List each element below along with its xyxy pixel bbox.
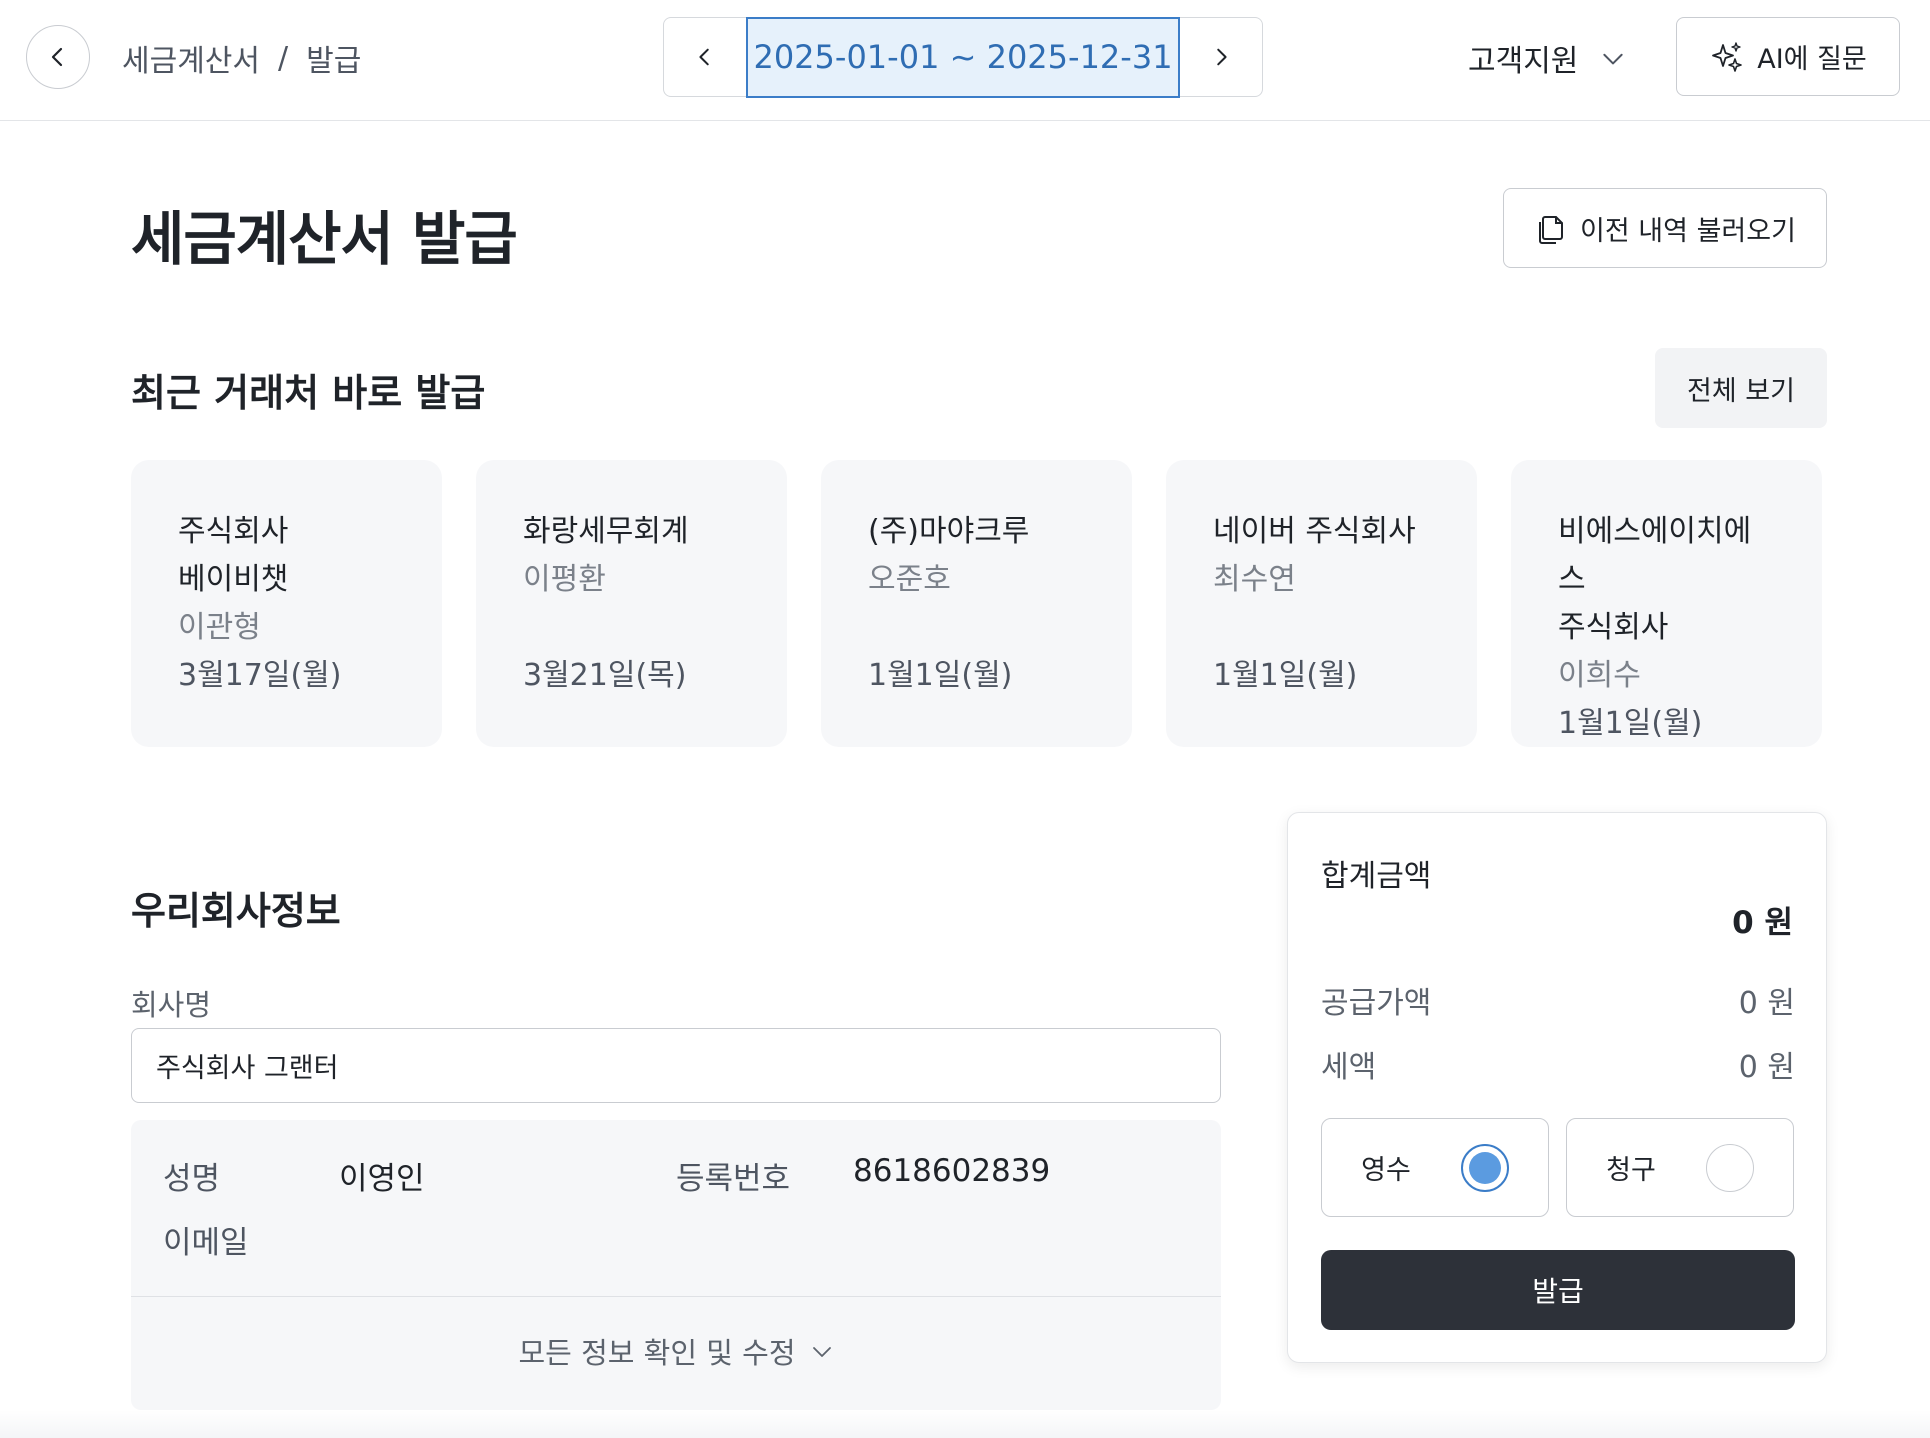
- support-label: 고객지원: [1468, 44, 1579, 79]
- receipt-radio[interactable]: [1460, 1143, 1509, 1192]
- page-title: 세금계산서 발급: [131, 205, 518, 273]
- chevron-right-icon: [1217, 48, 1227, 66]
- breadcrumb-item-issue: 발급: [306, 44, 362, 79]
- top-header: 세금계산서 / 발급 2025-01-01 ~ 2025-12-31 고객지원 …: [0, 0, 1930, 121]
- company-name-input[interactable]: [131, 1028, 1221, 1103]
- expand-all-info-button[interactable]: 모든 정보 확인 및 수정: [131, 1330, 1221, 1372]
- breadcrumb-item-tax-invoice[interactable]: 세금계산서: [122, 36, 260, 80]
- chevron-down-icon: [1603, 53, 1624, 65]
- divider: [131, 1296, 1221, 1297]
- prev-period-button[interactable]: [664, 18, 746, 96]
- partner-contact-name: 이관형: [178, 610, 261, 645]
- ai-ask-button[interactable]: AI에 질문: [1676, 17, 1900, 96]
- back-button[interactable]: [26, 25, 90, 89]
- support-dropdown[interactable]: 고객지원: [1468, 36, 1626, 80]
- chevron-left-icon: [51, 47, 63, 67]
- email-label: 이메일: [163, 1225, 249, 1261]
- partner-last-date: 1월1일(월): [868, 658, 1013, 693]
- card-spacer: [868, 604, 1088, 652]
- partner-company-name: (주)마야크루: [868, 514, 1030, 549]
- partner-company-name: 화랑세무회계: [523, 514, 689, 549]
- partner-card[interactable]: 네이버 주식회사 최수연 1월1일(월): [1166, 460, 1477, 747]
- view-all-button[interactable]: 전체 보기: [1655, 348, 1827, 428]
- copy-icon: [1539, 216, 1564, 244]
- receipt-label: 영수: [1361, 1155, 1411, 1186]
- bottom-fade: [0, 1410, 1930, 1438]
- claim-radio[interactable]: [1705, 1143, 1754, 1192]
- breadcrumb-separator: /: [278, 40, 289, 76]
- claim-label: 청구: [1606, 1155, 1656, 1186]
- partner-last-date: 3월17일(월): [178, 658, 342, 693]
- date-navigator: 2025-01-01 ~ 2025-12-31: [663, 16, 1263, 98]
- supply-amount-row: 공급가액 0 원: [1321, 978, 1795, 1022]
- partner-contact-name: 이희수: [1558, 658, 1641, 693]
- representative-value: 이영인: [339, 1161, 425, 1197]
- partner-card[interactable]: 화랑세무회계 이평환 3월21일(목): [476, 460, 787, 747]
- card-spacer: [523, 604, 743, 652]
- claim-option[interactable]: 청구: [1566, 1118, 1794, 1217]
- supply-amount-value: 0 원: [1738, 986, 1795, 1021]
- tax-amount-label: 세액: [1321, 1050, 1377, 1085]
- partner-card[interactable]: 주식회사 베이비챗 이관형 3월17일(월): [131, 460, 442, 747]
- partner-contact-name: 이평환: [523, 562, 606, 597]
- expand-all-info-label: 모든 정보 확인 및 수정: [518, 1336, 796, 1370]
- card-spacer: [1213, 604, 1433, 652]
- date-range-selector[interactable]: 2025-01-01 ~ 2025-12-31: [746, 16, 1180, 98]
- breadcrumb: 세금계산서 / 발급: [122, 36, 361, 80]
- tax-amount-value: 0 원: [1738, 1050, 1795, 1085]
- radio-dot: [1468, 1151, 1501, 1184]
- total-amount-label: 합계금액: [1321, 859, 1432, 894]
- load-history-label: 이전 내역 불러오기: [1580, 215, 1796, 247]
- registration-number-value: 8618602839: [853, 1153, 1051, 1189]
- registration-number-label: 등록번호: [676, 1161, 791, 1197]
- supply-amount-label: 공급가액: [1321, 986, 1432, 1021]
- partner-card[interactable]: 비에스에이치에스 주식회사 이희수 1월1일(월): [1511, 460, 1822, 747]
- partner-contact-name: 최수연: [1213, 562, 1296, 597]
- receipt-option[interactable]: 영수: [1321, 1118, 1549, 1217]
- ai-ask-label: AI에 질문: [1757, 44, 1867, 75]
- partner-company-name: 네이버 주식회사: [1213, 514, 1416, 549]
- recent-partners-title: 최근 거래처 바로 발급: [131, 371, 486, 415]
- sparkle-icon: [1712, 41, 1743, 72]
- load-history-button[interactable]: 이전 내역 불러오기: [1503, 188, 1827, 268]
- partner-company-name-line2: 주식회사: [1558, 610, 1669, 645]
- partner-company-name: 비에스에이치에스: [1558, 514, 1752, 597]
- recent-partner-cards: 주식회사 베이비챗 이관형 3월17일(월) 화랑세무회계 이평환 3월21일(…: [131, 460, 1822, 747]
- partner-company-name-line2: 베이비챗: [178, 562, 289, 597]
- company-details-box: 성명 이영인 등록번호 8618602839 이메일 모든 정보 확인 및 수정: [131, 1120, 1221, 1410]
- partner-card[interactable]: (주)마야크루 오준호 1월1일(월): [821, 460, 1132, 747]
- total-amount-value: 0 원: [1732, 905, 1793, 941]
- representative-label: 성명: [163, 1161, 221, 1197]
- company-name-label: 회사명: [131, 988, 212, 1022]
- partner-contact-name: 오준호: [868, 562, 951, 597]
- tax-amount-row: 세액 0 원: [1321, 1042, 1795, 1086]
- next-period-button[interactable]: [1180, 18, 1262, 96]
- summary-panel: 합계금액 0 원 공급가액 0 원 세액 0 원 영수 청구 발급: [1287, 812, 1827, 1363]
- chevron-left-icon: [699, 48, 709, 66]
- partner-last-date: 3월21일(목): [523, 658, 687, 693]
- partner-company-name: 주식회사: [178, 514, 289, 549]
- chevron-down-icon: [812, 1347, 831, 1357]
- issue-button[interactable]: 발급: [1321, 1250, 1795, 1330]
- partner-last-date: 1월1일(월): [1213, 658, 1358, 693]
- partner-last-date: 1월1일(월): [1558, 706, 1703, 741]
- company-info-title: 우리회사정보: [131, 889, 341, 933]
